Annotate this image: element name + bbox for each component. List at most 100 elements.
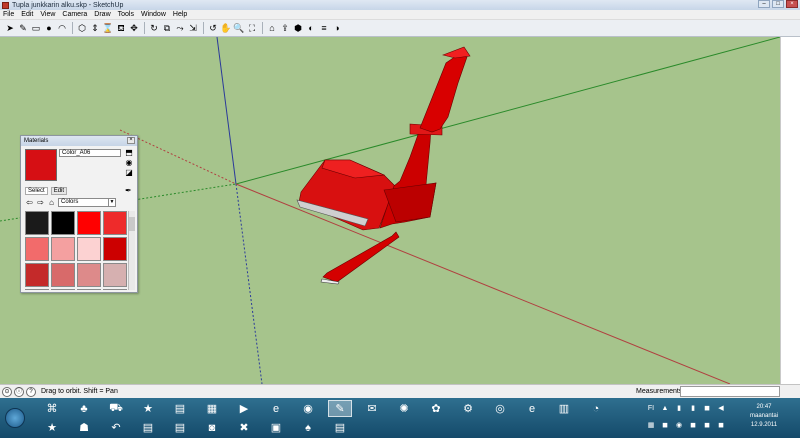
tab-edit[interactable]: Edit (50, 187, 68, 195)
media2-icon[interactable]: ◔ (584, 400, 608, 417)
material-swatch[interactable] (25, 211, 49, 235)
material-name-field[interactable]: Color_A06 (59, 149, 121, 157)
folder-icon[interactable]: ▦ (200, 400, 224, 417)
tray-icon[interactable]: ▲ (658, 400, 672, 417)
material-swatch[interactable] (103, 211, 127, 235)
share-icon[interactable]: ⇪ (279, 22, 291, 34)
start-button[interactable] (5, 408, 25, 428)
scrollbar-thumb[interactable] (129, 217, 135, 231)
material-swatch[interactable] (77, 211, 101, 235)
tape-measure-icon[interactable]: ⌛ (102, 22, 114, 34)
mail-icon[interactable]: ✉ (360, 400, 384, 417)
arc-icon[interactable]: ◠ (56, 22, 68, 34)
sample-paint-icon[interactable]: ✒ (125, 186, 132, 195)
menu-tools[interactable]: Tools (118, 11, 134, 18)
pdf-icon[interactable]: ♠ (296, 419, 320, 436)
close-button[interactable]: × (786, 0, 798, 8)
move-icon[interactable]: ✥ (128, 22, 140, 34)
help-icon[interactable]: ? (26, 386, 36, 397)
tools-icon[interactable]: ✖ (232, 419, 256, 436)
blender-icon[interactable]: ✺ (392, 400, 416, 417)
camera-icon[interactable]: ◙ (200, 419, 224, 436)
create-material-icon[interactable]: ⬒ (125, 149, 133, 157)
language-indicator[interactable]: FI (644, 400, 658, 417)
material-swatch[interactable] (77, 263, 101, 287)
tray-icon[interactable]: ◀ (714, 400, 728, 417)
styles-icon[interactable]: ◐ (305, 22, 317, 34)
menu-window[interactable]: Window (141, 11, 166, 18)
material-swatch[interactable] (51, 289, 75, 290)
material-swatch[interactable] (25, 237, 49, 261)
measurements-input[interactable] (680, 386, 780, 397)
forward-arrow-icon[interactable]: ⇨ (36, 198, 45, 207)
tray-icon[interactable]: ◼ (700, 417, 714, 434)
paint-bucket-icon[interactable]: ⛾ (115, 22, 127, 34)
push-pull-icon[interactable]: ⇕ (89, 22, 101, 34)
ie-icon[interactable]: e (264, 400, 288, 417)
eraser-icon[interactable]: ✎ (17, 22, 29, 34)
tab-select[interactable]: Select (25, 187, 48, 195)
components-icon[interactable]: ⬢ (292, 22, 304, 34)
home-icon[interactable]: ⌂ (47, 198, 56, 207)
material-swatch[interactable] (77, 289, 101, 290)
document2-icon[interactable]: ▤ (168, 419, 192, 436)
materials-title-bar[interactable]: Materials × (21, 136, 137, 146)
tray-icon[interactable]: ▮ (672, 400, 686, 417)
material-swatch[interactable] (103, 289, 127, 290)
menu-camera[interactable]: Camera (62, 11, 87, 18)
star-icon[interactable]: ★ (136, 400, 160, 417)
car-icon[interactable]: ⛟ (104, 400, 128, 417)
steam-icon[interactable]: ◎ (488, 400, 512, 417)
menu-file[interactable]: File (3, 11, 14, 18)
sketchup-active-icon[interactable]: ✎ (328, 400, 352, 417)
document-icon[interactable]: ▤ (168, 400, 192, 417)
library-select[interactable]: Colors ▼ (58, 198, 116, 207)
material-swatch[interactable] (51, 211, 75, 235)
credits-icon[interactable]: ⓘ (14, 386, 24, 397)
tray-icon[interactable]: ◼ (714, 417, 728, 434)
clock[interactable]: 20:47 maanantai 12.9.2011 (734, 400, 794, 436)
material-swatch[interactable] (77, 237, 101, 261)
tray-icon[interactable]: ▮ (686, 400, 700, 417)
menu-draw[interactable]: Draw (94, 11, 110, 18)
menu-help[interactable]: Help (173, 11, 187, 18)
tray-icon[interactable]: ◉ (672, 417, 686, 434)
maximize-button[interactable]: □ (772, 0, 784, 8)
materials-close-button[interactable]: × (127, 137, 135, 144)
follow-me-icon[interactable]: ⤳ (174, 22, 186, 34)
game-icon[interactable]: ♣ (72, 400, 96, 417)
menu-view[interactable]: View (40, 11, 55, 18)
sketchup-star-icon[interactable]: ★ (40, 419, 64, 436)
material-swatch[interactable] (103, 237, 127, 261)
zoom-icon[interactable]: 🔍 (233, 22, 245, 34)
tray-icon[interactable]: ◼ (700, 400, 714, 417)
menu-edit[interactable]: Edit (21, 11, 33, 18)
layers-icon[interactable]: ≡ (318, 22, 330, 34)
tray-icon[interactable]: ◼ (686, 417, 700, 434)
back-arrow-icon[interactable]: ⇦ (25, 198, 34, 207)
material-swatch[interactable] (25, 263, 49, 287)
warehouse-icon[interactable]: ⌂ (266, 22, 278, 34)
material-swatch[interactable] (25, 289, 49, 290)
shadows-icon[interactable]: ◑ (331, 22, 343, 34)
offset-icon[interactable]: ⧉ (161, 22, 173, 34)
drawing-viewport[interactable]: Materials × Color_A06 ⬒ ◉ ◪ Select Edit … (0, 37, 780, 384)
minimize-button[interactable]: – (758, 0, 770, 8)
material-swatch[interactable] (51, 237, 75, 261)
notes-icon[interactable]: ▤ (328, 419, 352, 436)
sketchup-icon[interactable]: ⌘ (40, 400, 64, 417)
ie2-icon[interactable]: e (520, 400, 544, 417)
orbit-icon[interactable]: ↺ (207, 22, 219, 34)
tractor-icon[interactable]: ⚙ (456, 400, 480, 417)
link-icon[interactable]: ↶ (104, 419, 128, 436)
material-swatch[interactable] (51, 263, 75, 287)
tray-icon[interactable]: ▦ (644, 417, 658, 434)
default-material-icon[interactable]: ◉ (125, 159, 133, 167)
polygon-icon[interactable]: ⬡ (76, 22, 88, 34)
box-icon[interactable]: ▣ (264, 419, 288, 436)
swatch-scrollbar[interactable] (128, 211, 135, 290)
red-model[interactable] (296, 46, 471, 285)
display-secondary-icon[interactable]: ◪ (125, 169, 133, 177)
circle-icon[interactable]: ● (43, 22, 55, 34)
rotate-icon[interactable]: ↻ (148, 22, 160, 34)
